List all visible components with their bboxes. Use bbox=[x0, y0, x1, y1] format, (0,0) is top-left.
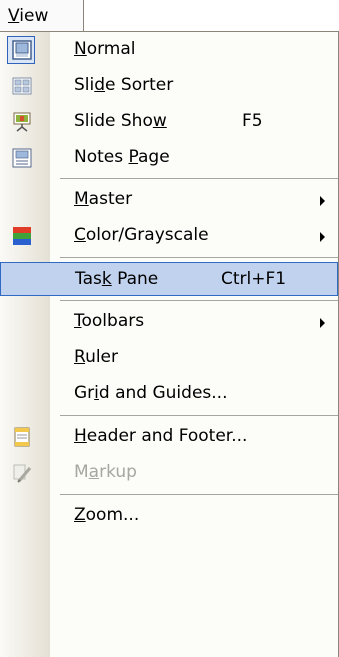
header-footer-icon bbox=[14, 427, 30, 447]
notes-page-icon bbox=[12, 148, 32, 168]
submenu-arrow-icon bbox=[320, 232, 325, 242]
menu-item-label: Slide Sorter bbox=[74, 75, 174, 95]
menu-separator bbox=[60, 494, 338, 495]
menu-item-label: Color/Grayscale bbox=[74, 225, 209, 245]
shortcut-label: F5 bbox=[242, 111, 263, 131]
menu-item-label: Normal bbox=[74, 39, 136, 59]
submenu-arrow-icon bbox=[320, 318, 325, 328]
menu-item-label: Notes Page bbox=[74, 147, 170, 167]
menu-item-label: Zoom... bbox=[74, 505, 140, 525]
view-dropdown-menu: Normal Slide Sorter Slide Show F5 Notes … bbox=[0, 31, 339, 657]
slide-sorter-icon bbox=[12, 77, 32, 95]
menu-item-color-grayscale[interactable]: Color/Grayscale bbox=[0, 219, 338, 253]
menu-separator bbox=[60, 178, 338, 179]
menu-item-label: Toolbars bbox=[74, 311, 145, 331]
menu-separator bbox=[60, 300, 338, 301]
menu-item-task-pane[interactable]: Task Pane Ctrl+F1 bbox=[0, 262, 338, 296]
markup-icon bbox=[13, 464, 32, 483]
menu-item-header-and-footer[interactable]: Header and Footer... bbox=[0, 420, 338, 454]
menu-item-toolbars[interactable]: Toolbars bbox=[0, 305, 338, 339]
menu-item-label: Ruler bbox=[74, 347, 119, 367]
menu-item-normal[interactable]: Normal bbox=[0, 33, 338, 67]
menu-item-notes-page[interactable]: Notes Page bbox=[0, 141, 338, 175]
menu-item-slide-sorter[interactable]: Slide Sorter bbox=[0, 69, 338, 103]
normal-view-icon bbox=[12, 40, 32, 60]
menu-item-label: Grid and Guides... bbox=[74, 383, 228, 403]
view-menu-label: View bbox=[8, 5, 49, 26]
menu-item-label: Markup bbox=[74, 462, 137, 482]
menu-item-master[interactable]: Master bbox=[0, 183, 338, 217]
submenu-arrow-icon bbox=[320, 196, 325, 206]
menu-item-zoom[interactable]: Zoom... bbox=[0, 499, 338, 533]
menu-item-label: Task Pane bbox=[75, 269, 159, 289]
shortcut-label: Ctrl+F1 bbox=[221, 269, 287, 289]
view-menu-button[interactable]: View bbox=[0, 0, 84, 31]
menu-item-markup: Markup bbox=[0, 456, 338, 490]
color-grayscale-icon bbox=[13, 227, 31, 245]
menu-item-label: Slide Show bbox=[74, 111, 167, 131]
menu-item-label: Master bbox=[74, 189, 133, 209]
menu-separator bbox=[60, 415, 338, 416]
menu-item-label: Header and Footer... bbox=[74, 426, 248, 446]
menu-item-slide-show[interactable]: Slide Show F5 bbox=[0, 105, 338, 139]
slide-show-icon bbox=[13, 112, 31, 132]
menu-item-ruler[interactable]: Ruler bbox=[0, 341, 338, 375]
menu-separator bbox=[60, 257, 338, 258]
menu-item-grid-and-guides[interactable]: Grid and Guides... bbox=[0, 377, 338, 411]
